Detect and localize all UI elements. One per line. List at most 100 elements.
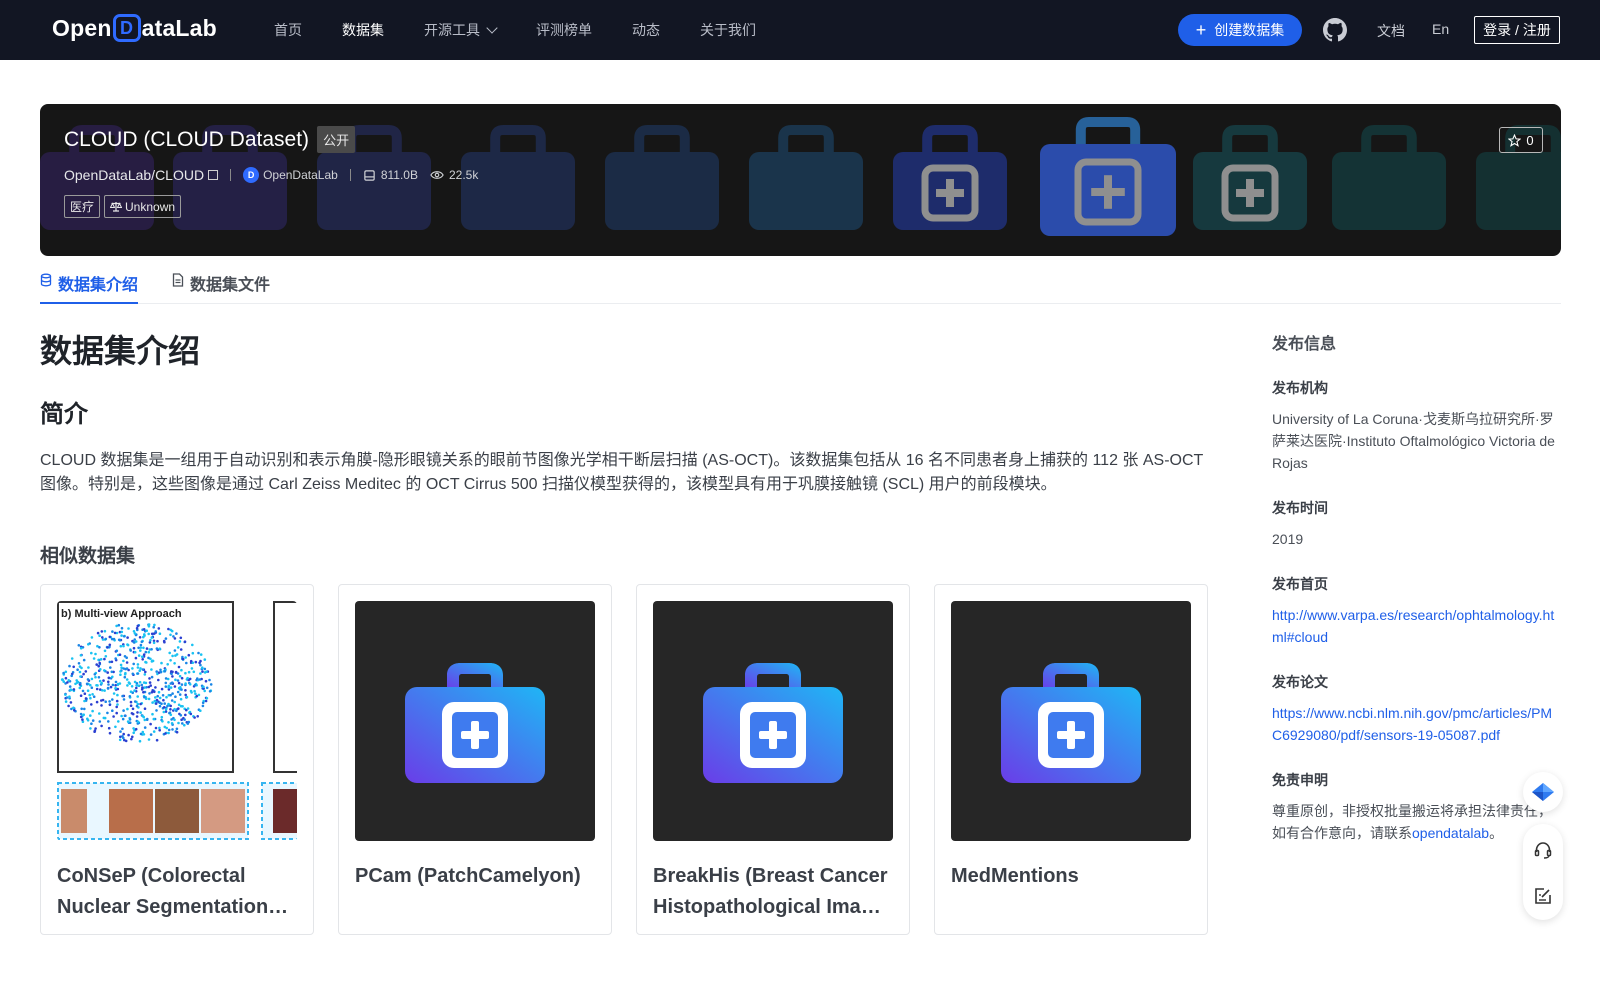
- edit-note-icon: [1535, 888, 1551, 904]
- main-nav: 首页 数据集 开源工具 评测榜单 动态 关于我们: [274, 0, 796, 60]
- scatter-dot: [120, 634, 123, 637]
- scatter-dot: [184, 713, 187, 717]
- scatter-dot: [106, 711, 109, 715]
- contact-link[interactable]: opendatalab: [1412, 825, 1489, 841]
- nav-item-leaderboard[interactable]: 评测榜单: [536, 20, 592, 40]
- scatter-dot: [163, 670, 167, 673]
- feedback-button[interactable]: [1523, 876, 1563, 916]
- tab-dataset-files[interactable]: 数据集文件: [172, 264, 270, 304]
- similar-dataset-card[interactable]: BreakHis (Breast Cancer Histopathologica…: [636, 584, 910, 935]
- nav-item-home[interactable]: 首页: [274, 20, 302, 40]
- scatter-dot: [133, 700, 137, 703]
- org-name: OpenDataLab: [263, 168, 338, 182]
- scatter-dot: [152, 625, 155, 629]
- divider: [230, 169, 232, 181]
- figure-label: b) Multi-view Approach: [61, 608, 182, 620]
- opendatalab-logo[interactable]: Open DataLab: [52, 14, 217, 42]
- scatter-dot: [110, 660, 114, 664]
- scatter-dot: [140, 640, 144, 644]
- scatter-dot: [180, 683, 184, 686]
- docs-link[interactable]: 文档: [1377, 21, 1405, 41]
- scatter-dot: [175, 727, 179, 731]
- scatter-dot: [77, 662, 81, 665]
- scatter-dot: [169, 713, 173, 717]
- scatter-dot: [164, 685, 168, 688]
- scatter-dot: [89, 683, 92, 687]
- tag-medical[interactable]: 医疗: [64, 195, 101, 218]
- nav-item-about[interactable]: 关于我们: [700, 20, 756, 40]
- scale-icon: [110, 202, 123, 212]
- scatter-dot: [79, 715, 83, 719]
- customer-service-button[interactable]: [1523, 830, 1563, 870]
- nav-item-datasets[interactable]: 数据集: [342, 20, 384, 40]
- scatter-dot: [108, 643, 112, 647]
- scatter-dot: [64, 670, 68, 674]
- scatter-dot: [138, 739, 142, 743]
- scatter-dot: [120, 714, 123, 718]
- scatter-dot: [82, 658, 86, 662]
- dataset-tags: 医疗 Unknown: [64, 195, 478, 218]
- scatter-dot: [154, 630, 157, 633]
- scatter-dot: [98, 634, 101, 637]
- scatter-dot: [151, 712, 154, 716]
- create-dataset-button[interactable]: + 创建数据集: [1178, 14, 1302, 46]
- scatter-dot: [104, 700, 107, 703]
- similar-dataset-card[interactable]: PCam (PatchCamelyon): [338, 584, 612, 935]
- scatter-dot: [179, 648, 183, 651]
- scatter-dot: [90, 677, 94, 681]
- scatter-dot: [87, 643, 90, 646]
- scatter-dot: [150, 668, 153, 671]
- tab-dataset-intro[interactable]: 数据集介绍: [40, 264, 139, 304]
- scatter-dot: [135, 626, 139, 630]
- scatter-dot: [151, 701, 154, 704]
- nav-item-opensource-tools[interactable]: 开源工具: [424, 20, 498, 40]
- scatter-dot: [140, 683, 144, 687]
- nav-item-news[interactable]: 动态: [632, 20, 660, 40]
- scatter-dot: [136, 624, 140, 628]
- scatter-dot: [75, 679, 78, 682]
- assistant-button[interactable]: [1523, 772, 1563, 812]
- scatter-dot: [128, 718, 132, 721]
- logo-text-open: Open: [52, 14, 112, 41]
- scatter-dot: [169, 659, 172, 662]
- scatter-dot: [173, 685, 177, 688]
- scatter-dot: [107, 720, 110, 723]
- banner-kit-handle: [778, 125, 834, 152]
- similar-dataset-card[interactable]: MedMentions: [934, 584, 1208, 935]
- homepage-link[interactable]: http://www.varpa.es/research/ophtalmolog…: [1272, 604, 1560, 648]
- scatter-dot: [180, 688, 183, 691]
- scatter-dot: [68, 664, 71, 668]
- copy-icon[interactable]: [208, 170, 219, 180]
- scatter-dot: [159, 670, 163, 674]
- scatter-dot: [166, 663, 169, 666]
- publish-time-value: 2019: [1272, 531, 1304, 547]
- scatter-dot: [108, 703, 112, 707]
- scatter-dot: [136, 711, 139, 714]
- paper-link[interactable]: https://www.ncbi.nlm.nih.gov/pmc/article…: [1272, 702, 1560, 746]
- login-register-button[interactable]: 登录 / 注册: [1474, 16, 1560, 44]
- scatter-dot: [119, 673, 122, 676]
- scatter-dot: [184, 671, 187, 675]
- scatter-dot: [153, 632, 156, 635]
- similar-dataset-card[interactable]: b) Multi-view Approach CoNSeP (Colorecta…: [40, 584, 314, 935]
- scatter-dot: [170, 699, 174, 702]
- scatter-dot: [141, 658, 144, 661]
- github-icon[interactable]: [1323, 18, 1347, 42]
- language-switch[interactable]: En: [1432, 21, 1449, 37]
- scatter-dot: [183, 718, 186, 721]
- scatter-dot: [167, 686, 170, 689]
- scatter-dot: [164, 732, 167, 735]
- scatter-dot: [139, 711, 142, 714]
- org-link[interactable]: D OpenDataLab: [243, 167, 338, 183]
- scatter-dot: [179, 714, 183, 717]
- scatter-dot: [79, 712, 83, 716]
- scatter-dot: [83, 699, 86, 703]
- scatter-dot: [158, 726, 161, 730]
- scatter-dot: [146, 717, 149, 721]
- scatter-dot: [177, 721, 180, 725]
- scatter-dot: [126, 636, 129, 639]
- star-button[interactable]: 0: [1499, 127, 1543, 153]
- scatter-dot: [79, 675, 82, 678]
- tag-license[interactable]: Unknown: [104, 195, 182, 218]
- scatter-dot: [164, 677, 168, 680]
